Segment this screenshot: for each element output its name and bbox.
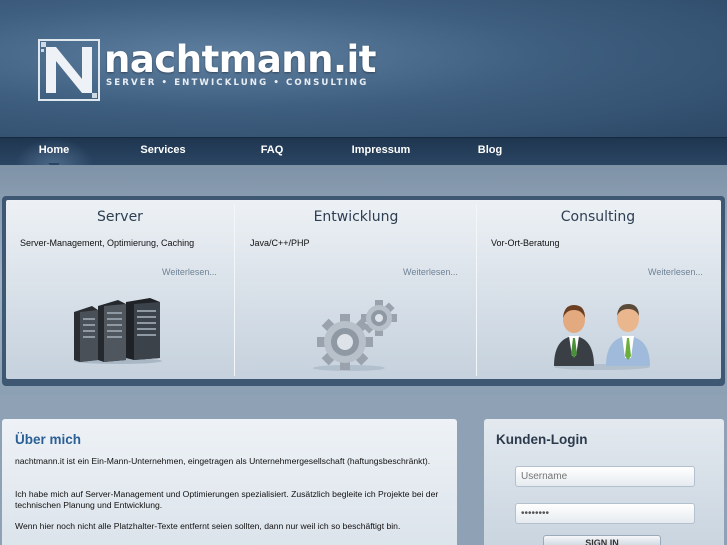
gears-icon: [313, 300, 397, 371]
feature-text-server: Server-Management, Optimierung, Caching: [20, 238, 195, 248]
login-title: Kunden-Login: [496, 432, 588, 447]
logo-n-icon: [38, 39, 100, 101]
nav-item-services[interactable]: Services: [123, 138, 203, 166]
feature-title-entwicklung: Entwicklung: [313, 209, 399, 225]
main-nav: Home Services FAQ Impressum Blog: [0, 137, 727, 166]
read-more-consulting-link[interactable]: Weiterlesen...: [648, 267, 703, 277]
column-divider: [234, 204, 235, 376]
logo-tagline: SERVER • ENTWICKLUNG • CONSULTING: [106, 78, 369, 88]
feature-text-consulting: Vor-Ort-Beratung: [491, 238, 560, 248]
business-people-icon: [554, 304, 650, 370]
read-more-entwicklung-link[interactable]: Weiterlesen...: [403, 267, 458, 277]
logo-title[interactable]: nachtmann.it: [104, 40, 376, 80]
about-paragraph: Wenn hier noch nicht alle Platzhalter-Te…: [15, 521, 401, 531]
nav-item-blog[interactable]: Blog: [450, 138, 530, 166]
password-input[interactable]: [515, 503, 695, 524]
about-paragraph: Ich habe mich auf Server-Management und …: [15, 489, 439, 510]
feature-title-consulting: Consulting: [560, 209, 636, 225]
column-divider: [476, 204, 477, 376]
feature-text-entwicklung: Java/C++/PHP: [250, 238, 310, 248]
server-rack-icon: [74, 298, 162, 364]
sign-in-button[interactable]: SIGN IN: [543, 535, 661, 545]
site-header: nachtmann.it SERVER • ENTWICKLUNG • CONS…: [0, 0, 727, 138]
read-more-server-link[interactable]: Weiterlesen...: [162, 267, 217, 277]
nav-item-impressum[interactable]: Impressum: [341, 138, 421, 166]
feature-title-server: Server: [97, 209, 143, 225]
nav-item-faq[interactable]: FAQ: [232, 138, 312, 166]
username-input[interactable]: [515, 466, 695, 487]
about-title: Über mich: [15, 432, 82, 447]
about-paragraph: nachtmann.it ist ein Ein-Mann-Unternehme…: [15, 456, 431, 466]
nav-item-home[interactable]: Home: [14, 138, 94, 166]
